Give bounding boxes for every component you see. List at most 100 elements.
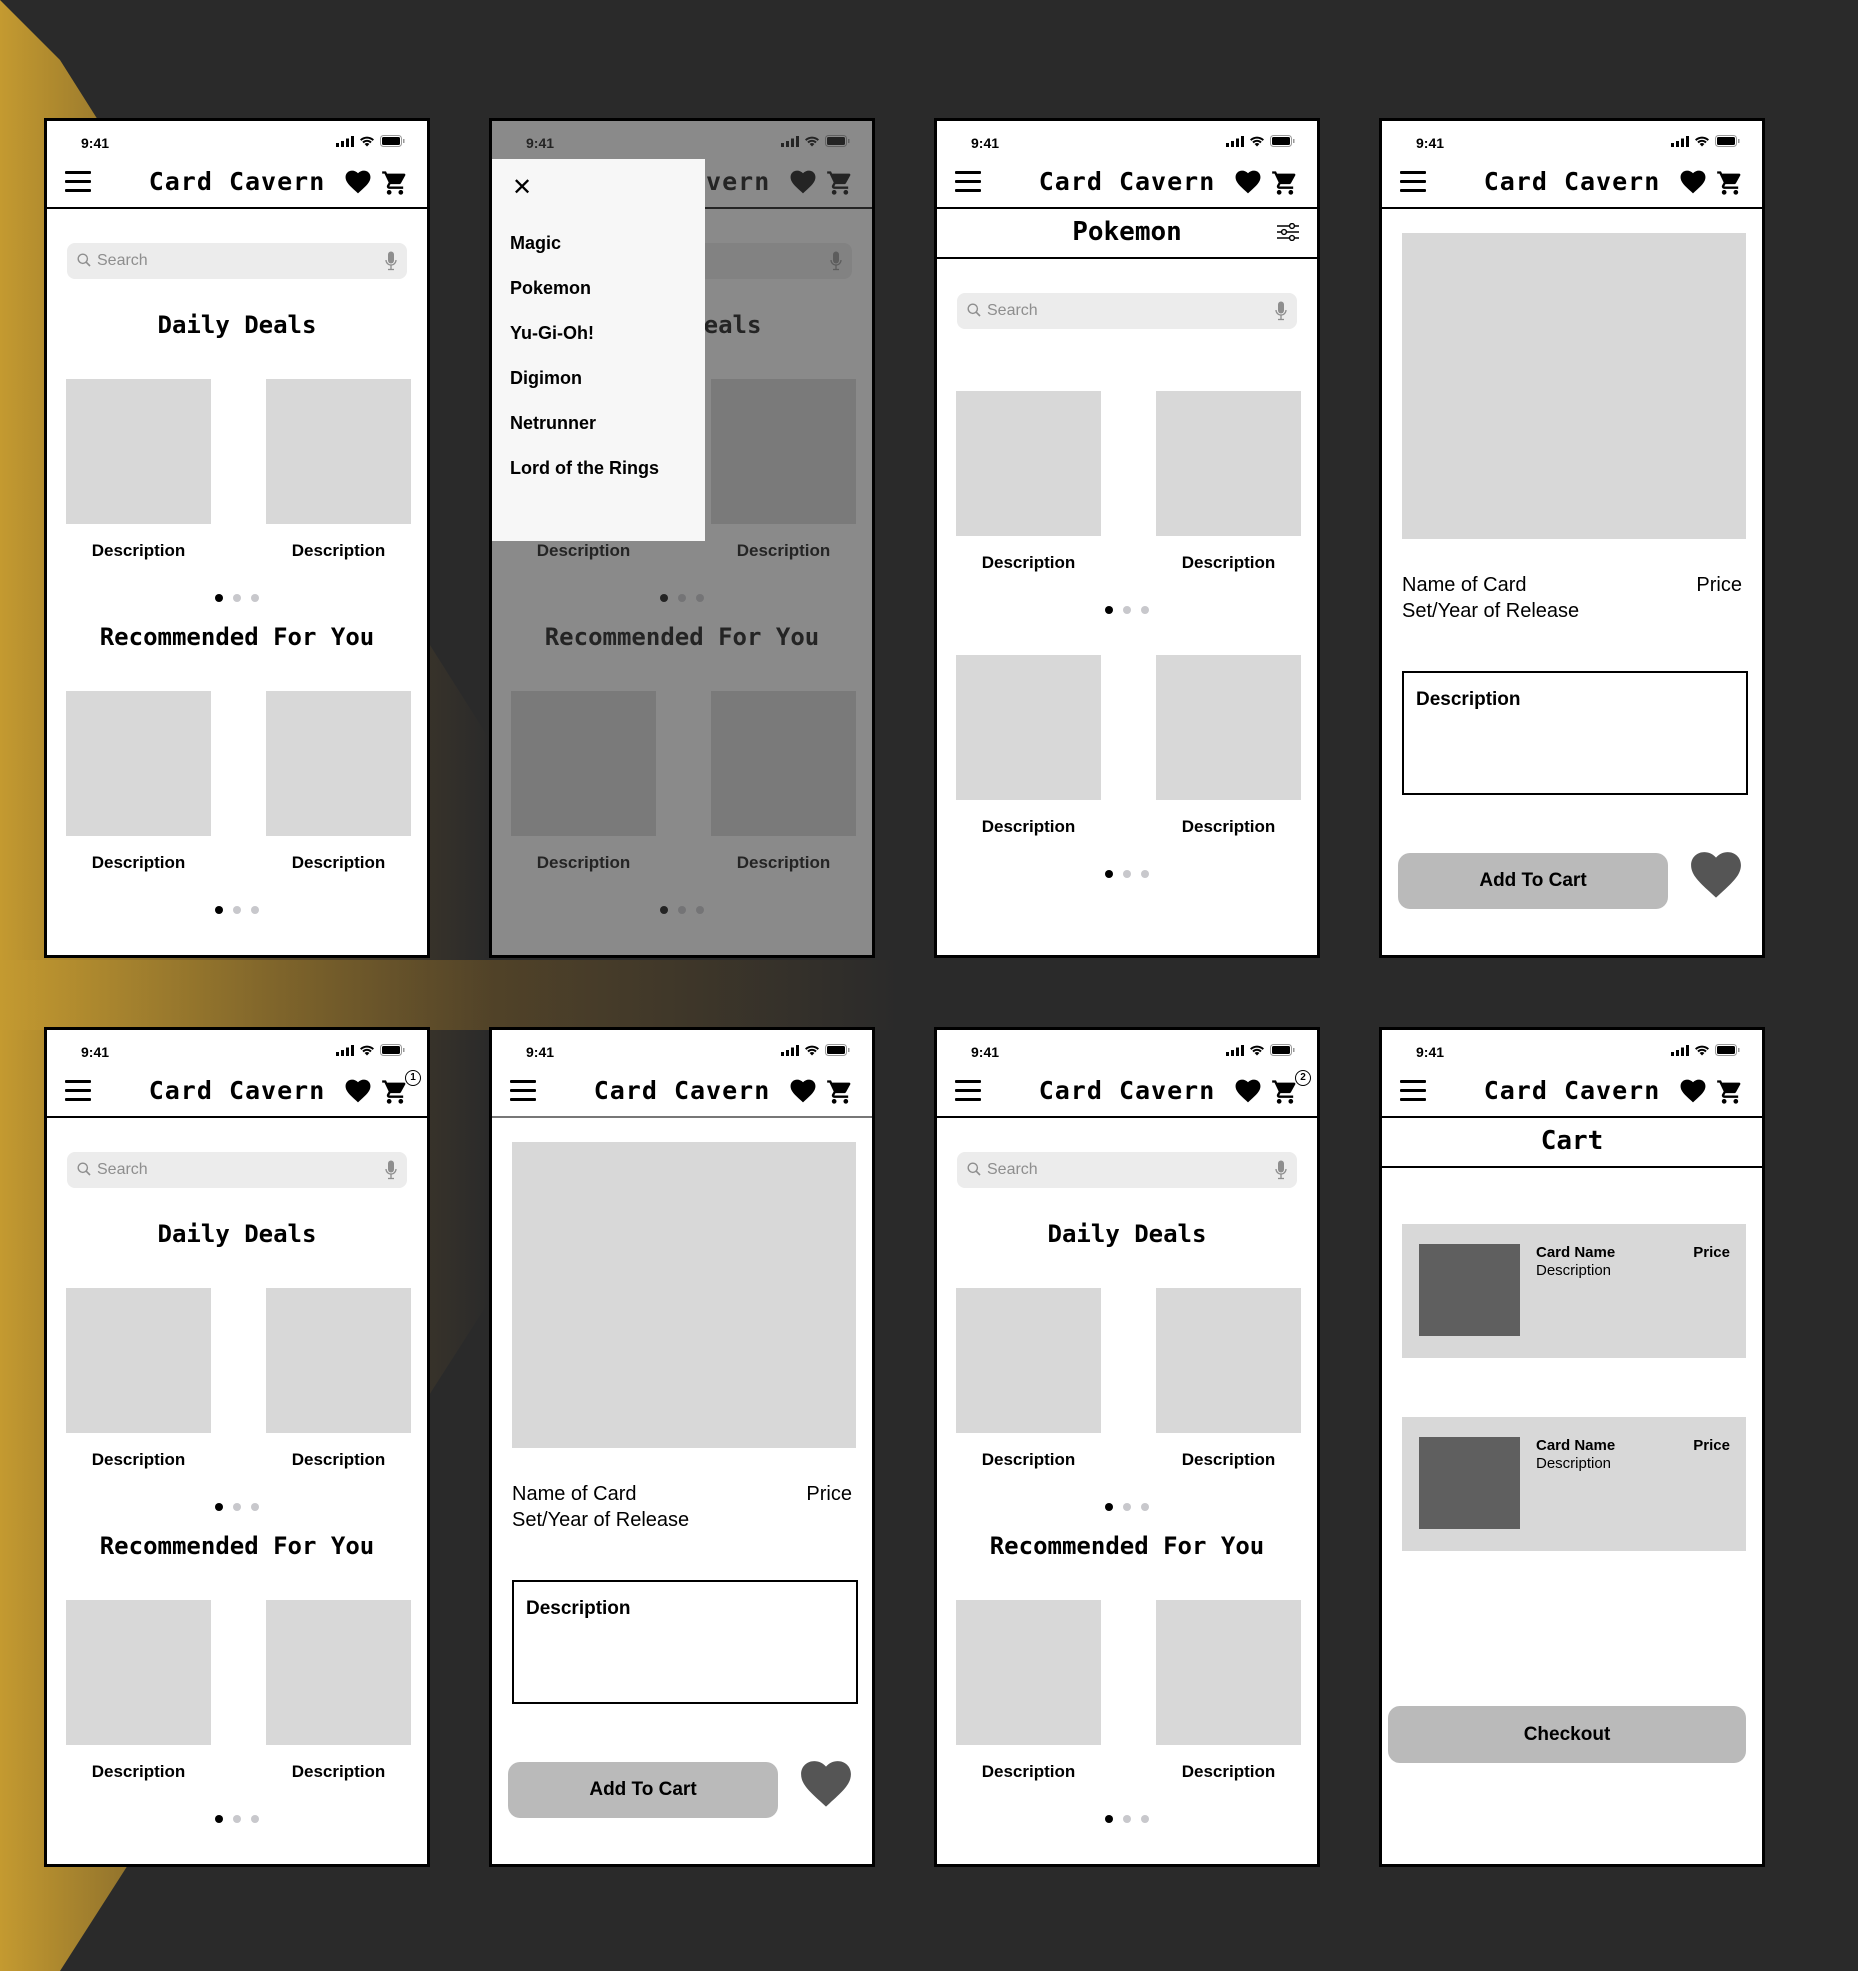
card-tile-label: Description: [1181, 817, 1276, 836]
status-time: 9:41: [1416, 1044, 1445, 1060]
menu-item[interactable]: Yu-Gi-Oh!: [510, 323, 594, 344]
carousel-pagination[interactable]: [937, 1503, 1317, 1511]
favorites-heart-icon[interactable]: [1680, 170, 1706, 194]
card-set-year: Set/Year of Release: [512, 1509, 690, 1531]
carousel-pagination[interactable]: [937, 870, 1317, 878]
card-name: Name of Card: [1402, 574, 1527, 596]
app-bar: Card Cavern: [1382, 1066, 1762, 1118]
search-input[interactable]: Search: [957, 293, 1297, 329]
carousel-pagination[interactable]: [47, 1503, 427, 1511]
card-tile-label: Description: [91, 1450, 186, 1469]
card-tile-image[interactable]: [66, 379, 211, 524]
card-tile-image[interactable]: [66, 1600, 211, 1745]
status-bar: 9:41: [47, 121, 427, 157]
menu-item[interactable]: Pokemon: [510, 278, 591, 299]
favorites-heart-icon[interactable]: [790, 1079, 816, 1103]
menu-item[interactable]: Magic: [510, 233, 561, 254]
search-icon: [967, 1162, 981, 1181]
carousel-pagination[interactable]: [937, 606, 1317, 614]
add-to-cart-button[interactable]: Add To Cart: [508, 1762, 778, 1818]
search-input[interactable]: Search: [67, 1152, 407, 1188]
add-to-cart-button[interactable]: Add To Cart: [1398, 853, 1668, 909]
battery-icon: [1270, 134, 1295, 152]
status-time: 9:41: [1416, 135, 1445, 151]
card-tile-image[interactable]: [956, 391, 1101, 536]
phone-screen-category: 9:41 Card Cavern Pokemon Search Descript…: [934, 118, 1320, 958]
card-tile-image[interactable]: [956, 1288, 1101, 1433]
wifi-icon: [1249, 1043, 1265, 1061]
carousel-pagination[interactable]: [47, 906, 427, 914]
close-icon[interactable]: ✕: [512, 173, 532, 202]
card-tile-image[interactable]: [1156, 391, 1301, 536]
battery-icon: [1715, 134, 1740, 152]
microphone-icon[interactable]: [1275, 301, 1287, 326]
carousel-pagination[interactable]: [47, 594, 427, 602]
menu-item[interactable]: Lord of the Rings: [510, 458, 659, 479]
status-time: 9:41: [971, 135, 1000, 151]
add-to-favorites-heart-icon[interactable]: [800, 1760, 852, 1813]
hamburger-menu-icon[interactable]: [1400, 1080, 1426, 1102]
hamburger-menu-icon[interactable]: [955, 1080, 981, 1102]
cart-icon[interactable]: [1271, 1078, 1299, 1106]
cart-icon[interactable]: [381, 1078, 409, 1106]
card-tile-image[interactable]: [1156, 655, 1301, 800]
card-tile-label: Description: [981, 817, 1076, 836]
card-tile-image[interactable]: [1156, 1288, 1301, 1433]
status-time: 9:41: [971, 1044, 1000, 1060]
phone-screen-home: 9:41 Card Cavern Search Daily Deals Desc…: [44, 118, 430, 958]
cart-item-description: Description: [1536, 1455, 1612, 1472]
carousel-pagination[interactable]: [937, 1815, 1317, 1823]
cart-icon[interactable]: [1716, 169, 1744, 197]
checkout-button[interactable]: Checkout: [1388, 1706, 1746, 1763]
menu-item[interactable]: Digimon: [510, 368, 582, 389]
cart-icon[interactable]: [381, 169, 409, 197]
cart-item[interactable]: Card Name Description Price: [1402, 1224, 1746, 1358]
cart-item[interactable]: Card Name Description Price: [1402, 1417, 1746, 1551]
microphone-icon[interactable]: [385, 251, 397, 276]
hamburger-menu-icon[interactable]: [65, 1080, 91, 1102]
microphone-icon[interactable]: [1275, 1160, 1287, 1185]
section-title-recommended: Recommended For You: [99, 623, 375, 651]
phone-screen-home-cart-1: 9:41 Card Cavern 1 Search Daily Deals De…: [44, 1027, 430, 1867]
hamburger-menu-icon[interactable]: [1400, 171, 1426, 193]
cart-icon[interactable]: [826, 1078, 854, 1106]
favorites-heart-icon[interactable]: [1235, 170, 1261, 194]
signal-icon: [336, 1043, 354, 1061]
cart-icon[interactable]: [1271, 169, 1299, 197]
card-tile-image[interactable]: [956, 1600, 1101, 1745]
card-tile-label: Description: [981, 553, 1076, 572]
favorites-heart-icon[interactable]: [345, 170, 371, 194]
add-to-favorites-heart-icon[interactable]: [1690, 851, 1742, 904]
favorites-heart-icon[interactable]: [1235, 1079, 1261, 1103]
carousel-pagination[interactable]: [47, 1815, 427, 1823]
search-input[interactable]: Search: [957, 1152, 1297, 1188]
card-tile-image[interactable]: [66, 1288, 211, 1433]
search-placeholder: Search: [97, 1161, 148, 1178]
hamburger-menu-icon[interactable]: [955, 171, 981, 193]
card-tile-image[interactable]: [266, 1600, 411, 1745]
favorites-heart-icon[interactable]: [345, 1079, 371, 1103]
menu-item[interactable]: Netrunner: [510, 413, 596, 434]
favorites-heart-icon[interactable]: [1680, 1079, 1706, 1103]
search-input[interactable]: Search: [67, 243, 407, 279]
wifi-icon: [1249, 134, 1265, 152]
card-tile-image[interactable]: [66, 691, 211, 836]
wifi-icon: [1694, 1043, 1710, 1061]
card-tile-image[interactable]: [1156, 1600, 1301, 1745]
section-title-daily-deals: Daily Deals: [157, 311, 317, 339]
hamburger-menu-icon[interactable]: [65, 171, 91, 193]
hamburger-menu-icon[interactable]: [510, 1080, 536, 1102]
search-icon: [77, 253, 91, 272]
app-bar: Card Cavern 2: [937, 1066, 1317, 1118]
card-tile-image[interactable]: [266, 379, 411, 524]
microphone-icon[interactable]: [385, 1160, 397, 1185]
cart-icon[interactable]: [1716, 1078, 1744, 1106]
card-price: Price: [1696, 574, 1742, 596]
card-tile-image[interactable]: [266, 1288, 411, 1433]
card-tile-image[interactable]: [956, 655, 1101, 800]
filter-sliders-icon[interactable]: [1277, 222, 1299, 246]
status-bar: 9:41: [47, 1030, 427, 1066]
card-tile-image[interactable]: [266, 691, 411, 836]
signal-icon: [1671, 1043, 1689, 1061]
search-placeholder: Search: [987, 1161, 1038, 1178]
